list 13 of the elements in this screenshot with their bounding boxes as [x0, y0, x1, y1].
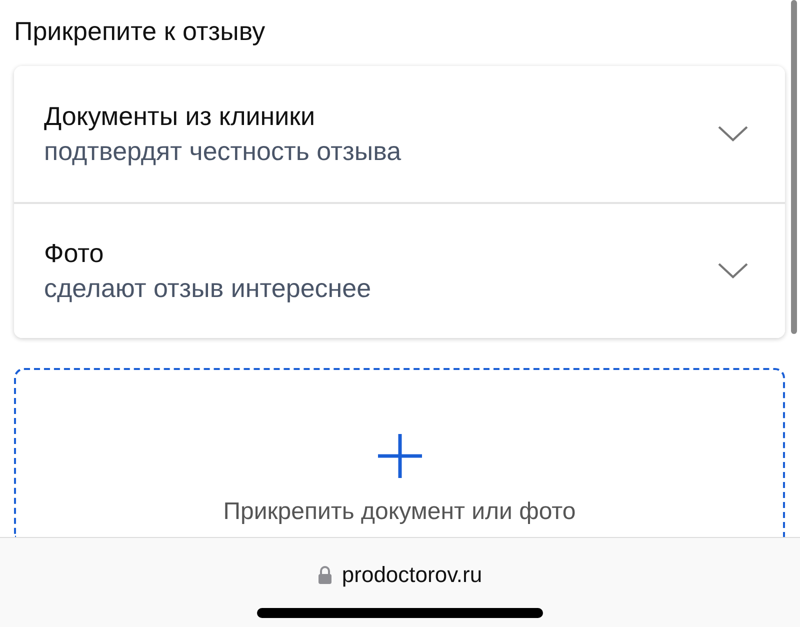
chevron-icon [717, 125, 749, 143]
item-subtitle: подтвердят честность отзыва [44, 136, 402, 167]
lock-icon [318, 566, 332, 584]
url-text[interactable]: prodoctorov.ru [342, 562, 482, 588]
chevron-icon [717, 262, 749, 280]
accordion-item[interactable]: Документы из клиники подтвердят честность отзыва [14, 66, 785, 202]
upload-label: Прикрепить документ или фото [223, 498, 576, 526]
accordion-item[interactable]: Фото сделают отзыв интереснее [14, 202, 785, 338]
item-subtitle: сделают отзыв интереснее [44, 273, 372, 304]
section-title: Прикрепите к отзыву [13, 15, 266, 48]
plus-icon [376, 432, 424, 480]
item-title: Фото [44, 238, 105, 269]
item-title: Документы из клиники [44, 101, 316, 132]
